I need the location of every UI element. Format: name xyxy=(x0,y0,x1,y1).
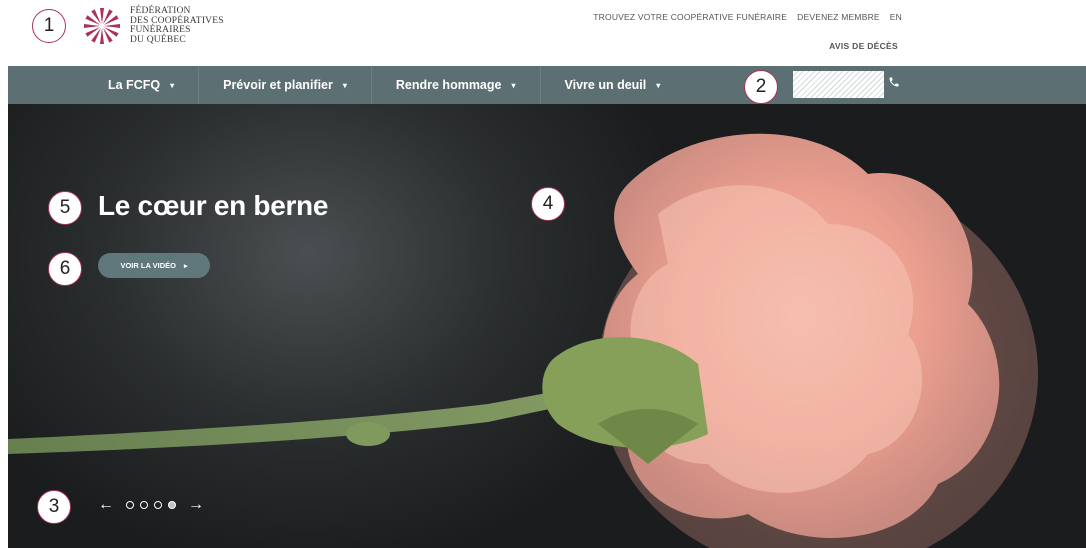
nav-item-rendre-hommage[interactable]: Rendre hommage ▾ xyxy=(372,66,541,104)
nav-item-label: La FCFQ xyxy=(108,78,161,92)
nav-item-label: Rendre hommage xyxy=(395,78,502,92)
nav-item-prevoir-planifier[interactable]: Prévoir et planifier ▾ xyxy=(199,66,372,104)
site-header: FÉDÉRATION DES COOPÉRATIVES FUNÉRAIRES D… xyxy=(0,0,1086,66)
annotation-marker-6: 6 xyxy=(48,252,82,286)
arrow-right-icon[interactable]: → xyxy=(188,496,204,514)
find-cooperative-link[interactable]: TROUVEZ VOTRE COOPÉRATIVE FUNÉRAIRE xyxy=(593,12,787,22)
slide-dots xyxy=(126,501,176,509)
annotation-marker-2: 2 xyxy=(744,70,778,104)
nav-item-label: Prévoir et planifier xyxy=(223,78,333,92)
phone-icon[interactable] xyxy=(888,76,900,91)
utility-links: TROUVEZ VOTRE COOPÉRATIVE FUNÉRAIRE DEVE… xyxy=(593,12,902,22)
logo-line: DU QUÉBEC xyxy=(130,34,186,45)
become-member-link[interactable]: DEVENEZ MEMBRE xyxy=(797,12,880,22)
slider-controls: ← → xyxy=(98,496,204,514)
annotation-marker-1: 1 xyxy=(32,9,66,43)
logo-wordmark: FÉDÉRATION DES COOPÉRATIVES FUNÉRAIRES D… xyxy=(130,6,224,45)
slide-dot-2[interactable] xyxy=(140,501,148,509)
watch-video-label: VOIR LA VIDÉO xyxy=(120,261,177,270)
arrow-left-icon[interactable]: ← xyxy=(98,496,114,514)
main-nav: La FCFQ ▾ Prévoir et planifier ▾ Rendre … xyxy=(8,66,1086,104)
hero-title: Le cœur en berne xyxy=(98,190,329,221)
caret-down-icon: ▾ xyxy=(656,80,661,90)
fcfq-logo[interactable]: FÉDÉRATION DES COOPÉRATIVES FUNÉRAIRES D… xyxy=(82,6,224,46)
slide-dot-1[interactable] xyxy=(126,501,134,509)
annotation-marker-5: 5 xyxy=(48,191,82,225)
caret-down-icon: ▾ xyxy=(342,80,347,90)
play-triangle-icon: ▸ xyxy=(184,262,188,270)
annotation-marker-4: 4 xyxy=(531,187,565,221)
carnation-hero-image xyxy=(8,133,1038,548)
carnation-logo-icon xyxy=(84,8,120,44)
nav-item-label: Vivre un deuil xyxy=(564,78,647,92)
annotation-marker-3: 3 xyxy=(37,490,71,524)
caret-down-icon: ▾ xyxy=(511,80,516,90)
nav-item-vivre-un-deuil[interactable]: Vivre un deuil ▾ xyxy=(541,66,685,104)
slide-dot-3[interactable] xyxy=(154,501,162,509)
hero-slider: Le cœur en berne VOIR LA VIDÉO ▸ ← → xyxy=(8,104,1086,548)
slide-dot-4[interactable] xyxy=(168,501,176,509)
nav-item-la-fcfq[interactable]: La FCFQ ▾ xyxy=(84,66,200,104)
redacted-phone-field[interactable] xyxy=(793,71,884,98)
caret-down-icon: ▾ xyxy=(170,80,175,90)
language-toggle-link[interactable]: EN xyxy=(890,12,902,22)
death-notices-link[interactable]: AVIS DE DÉCÈS xyxy=(829,41,898,51)
watch-video-button[interactable]: VOIR LA VIDÉO ▸ xyxy=(98,253,210,278)
